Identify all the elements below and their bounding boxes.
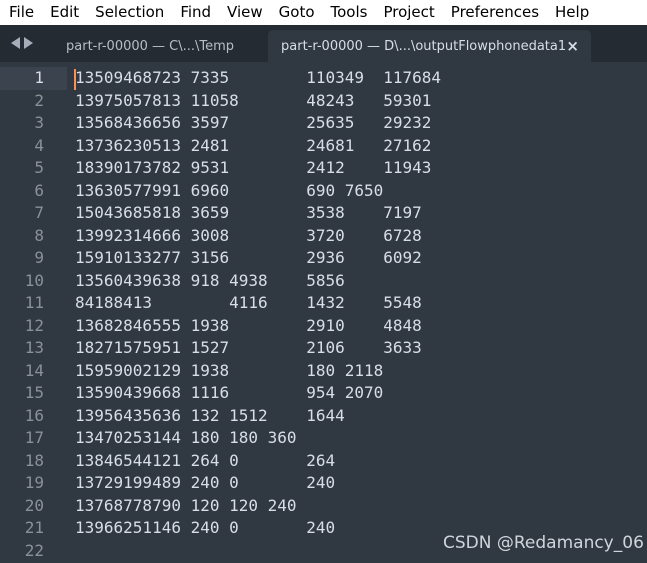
menu-tools[interactable]: Tools <box>323 0 376 25</box>
menu-file[interactable]: File <box>0 0 42 25</box>
tab-bar: part-r-00000 — C\...\Temp part-r-00000 —… <box>0 25 647 62</box>
line-text: 13509468723 7335 110349 117684 <box>75 68 442 87</box>
text-caret <box>74 69 76 90</box>
line-number: 19 <box>24 473 44 492</box>
tab-nav <box>11 37 33 49</box>
code-line[interactable]: 9 15910133277 3156 2936 6092 <box>0 247 647 270</box>
code-line[interactable]: 13 18271575951 1527 2106 3633 <box>0 337 647 360</box>
code-line[interactable]: 8 13992314666 3008 3720 6728 <box>0 225 647 248</box>
code-line[interactable]: 6 13630577991 6960 690 7650 <box>0 180 647 203</box>
line-number: 15 <box>24 383 44 402</box>
menu-view[interactable]: View <box>219 0 271 25</box>
line-number: 22 <box>24 540 44 560</box>
line-text: 13768778790 120 120 240 <box>75 495 297 515</box>
line-text: 13590439668 1116 954 2070 <box>75 383 384 402</box>
line-text: 13682846555 1938 2910 4848 <box>75 315 422 335</box>
line-number: 10 <box>24 270 44 290</box>
code-line[interactable]: 17 13470253144 180 180 360 <box>0 427 647 450</box>
watermark: CSDN @Redamancy_06 <box>443 533 644 553</box>
line-text: 13956435636 132 1512 1644 <box>75 405 345 425</box>
line-number: 16 <box>24 405 44 425</box>
line-text: 13992314666 3008 3720 6728 <box>75 225 422 245</box>
menu-bar: File Edit Selection Find View Goto Tools Projec… <box>0 0 647 25</box>
code-line[interactable]: 5 18390173782 9531 2412 11943 <box>0 157 647 180</box>
code-line[interactable]: 15 13590439668 1116 954 2070 <box>0 382 647 405</box>
line-text: 13470253144 180 180 360 <box>75 428 297 447</box>
line-number: 20 <box>24 495 44 515</box>
code-line[interactable]: 7 15043685818 3659 3538 7197 <box>0 202 647 225</box>
triangle-right-icon[interactable] <box>24 37 33 49</box>
line-text: 18271575951 1527 2106 3633 <box>75 338 422 357</box>
line-number: 14 <box>24 360 44 380</box>
line-number: 6 <box>34 180 44 200</box>
line-text: 13630577991 6960 690 7650 <box>75 180 384 200</box>
line-number: 1 <box>34 68 44 87</box>
close-icon[interactable]: × <box>566 37 579 55</box>
line-number: 17 <box>24 428 44 447</box>
tab-output-flowphonedata[interactable]: part-r-00000 — D\...\outputFlowphonedata… <box>268 30 591 62</box>
menu-find[interactable]: Find <box>172 0 219 25</box>
menu-selection[interactable]: Selection <box>87 0 172 25</box>
line-text: 13736230513 2481 24681 27162 <box>75 135 432 155</box>
line-text: 84188413 4116 1432 5548 <box>75 293 422 312</box>
code-line[interactable]: 19 13729199489 240 0 240 <box>0 472 647 495</box>
line-text: 13568436656 3597 25635 29232 <box>75 113 432 132</box>
triangle-left-icon[interactable] <box>11 37 20 49</box>
menu-project[interactable]: Project <box>375 0 442 25</box>
code-line[interactable]: 20 13768778790 120 120 240 <box>0 495 647 518</box>
tab-label: part-r-00000 — C\...\Temp <box>66 38 235 54</box>
menu-edit[interactable]: Edit <box>42 0 87 25</box>
line-number: 12 <box>24 315 44 335</box>
editor[interactable]: 1 13509468723 7335 110349 117684 2 13975057… <box>0 62 647 563</box>
line-number: 18 <box>24 450 44 470</box>
code-line[interactable]: 11 84188413 4116 1432 5548 <box>0 292 647 315</box>
code-line[interactable]: 18 13846544121 264 0 264 <box>0 450 647 473</box>
line-number: 5 <box>34 158 44 177</box>
line-number: 4 <box>34 135 44 155</box>
line-number: 9 <box>34 248 44 267</box>
line-text: 13975057813 11058 48243 59301 <box>75 90 432 110</box>
line-number: 3 <box>34 113 44 132</box>
line-number: 11 <box>24 293 44 312</box>
menu-goto[interactable]: Goto <box>271 0 323 25</box>
code-line[interactable]: 14 15959002129 1938 180 2118 <box>0 360 647 383</box>
code-line[interactable]: 12 13682846555 1938 2910 4848 <box>0 315 647 338</box>
line-text: 15043685818 3659 3538 7197 <box>75 203 422 222</box>
tab-temp[interactable]: part-r-00000 — C\...\Temp <box>58 30 266 62</box>
line-number: 7 <box>34 203 44 222</box>
menu-preferences[interactable]: Preferences <box>443 0 547 25</box>
line-text: 13846544121 264 0 264 <box>75 450 336 470</box>
menu-help[interactable]: Help <box>547 0 597 25</box>
line-text: 13729199489 240 0 240 <box>75 473 336 492</box>
line-number: 13 <box>24 338 44 357</box>
code-line[interactable]: 4 13736230513 2481 24681 27162 <box>0 135 647 158</box>
line-number: 21 <box>24 518 44 537</box>
line-text: 13560439638 918 4938 5856 <box>75 270 345 290</box>
line-text: 13966251146 240 0 240 <box>75 518 336 537</box>
code-line[interactable]: 10 13560439638 918 4938 5856 <box>0 270 647 293</box>
line-text: 15910133277 3156 2936 6092 <box>75 248 422 267</box>
code-line[interactable]: 1 13509468723 7335 110349 117684 <box>0 67 647 90</box>
line-number: 8 <box>34 225 44 245</box>
code-line[interactable]: 2 13975057813 11058 48243 59301 <box>0 90 647 113</box>
line-text: 15959002129 1938 180 2118 <box>75 360 384 380</box>
code-line[interactable]: 3 13568436656 3597 25635 29232 <box>0 112 647 135</box>
tab-label: part-r-00000 — D\...\outputFlowphonedata… <box>281 38 567 54</box>
line-text: 18390173782 9531 2412 11943 <box>75 158 432 177</box>
line-number: 2 <box>34 90 44 110</box>
code-line[interactable]: 16 13956435636 132 1512 1644 <box>0 405 647 428</box>
